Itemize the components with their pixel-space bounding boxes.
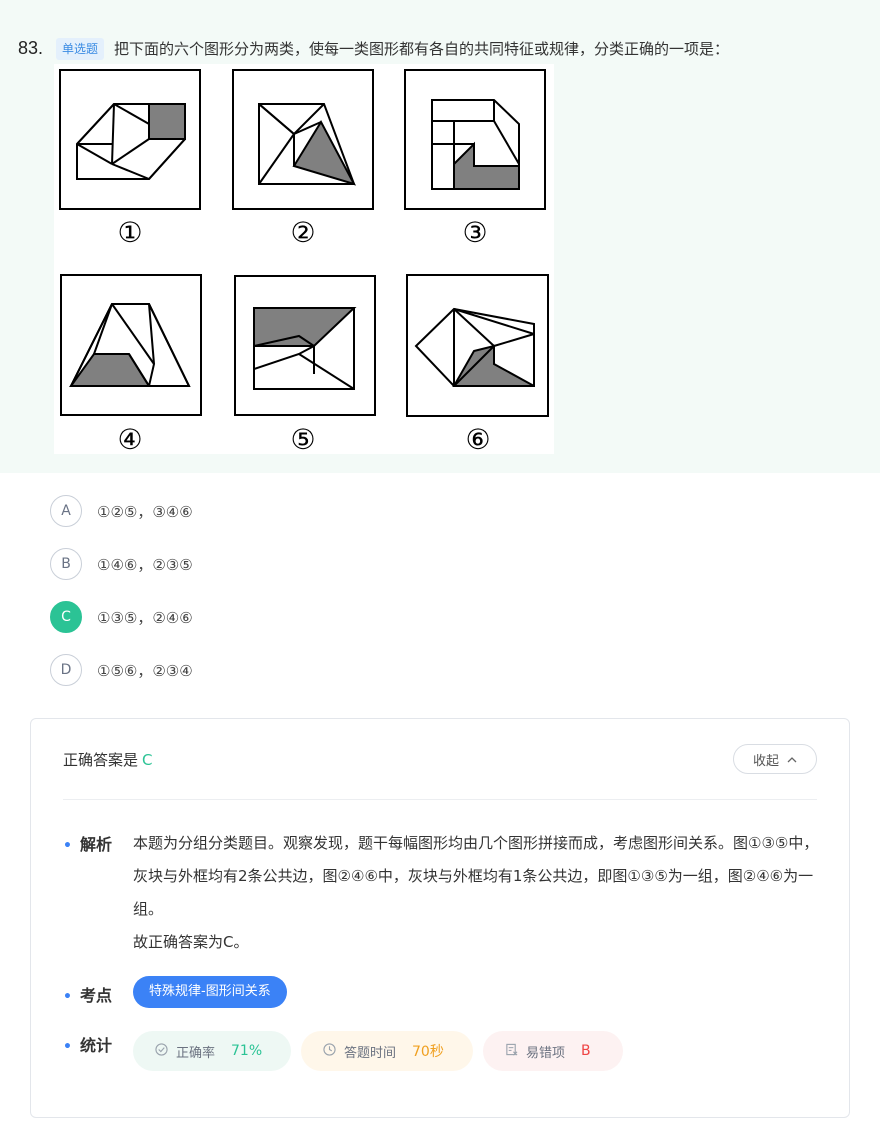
stat-error-value: B [581, 1043, 591, 1059]
option-a-letter[interactable]: A [50, 495, 82, 527]
figure-label-3: ③ [462, 216, 487, 249]
knowledge-tag[interactable]: 特殊规律-图形间关系 [133, 976, 287, 1008]
chevron-up-icon [787, 756, 797, 762]
option-c-letter[interactable]: C [50, 601, 82, 633]
check-circle-icon [155, 1042, 168, 1060]
analysis-card: 正确答案是 C 收起 • 解析 本题为分组分类题目。观察发现，题干每幅图形均由几个图… [30, 718, 850, 1118]
stat-time: 答题时间 70秒 [301, 1031, 473, 1071]
option-a-text: ①②⑤，③④⑥ [97, 502, 193, 521]
conclusion-text: 故正确答案为C。 [133, 933, 249, 951]
correct-answer-line: 正确答案是 C [63, 749, 153, 770]
figures-svg: ① ② ③ ④ ⑤ ⑥ [59, 69, 549, 454]
divider [63, 799, 817, 800]
question-area: 83. 单选题 把下面的六个图形分为两类，使每一类图形都有各自的共同特征或规律，… [0, 0, 880, 473]
option-b-letter[interactable]: B [50, 548, 82, 580]
stat-time-label: 答题时间 [344, 1045, 397, 1061]
knowledge-label: • 考点 [63, 986, 112, 1005]
collapse-label: 收起 [752, 753, 779, 769]
stat-error-label: 易错项 [526, 1045, 566, 1061]
analysis-text: 本题为分组分类题目。观察发现，题干每幅图形均由几个图形拼接而成，考虑图形间关系。… [133, 827, 823, 959]
figure-panel: ① ② ③ ④ ⑤ ⑥ [54, 64, 554, 454]
figure-label-6: ⑥ [465, 423, 490, 454]
figure-6 [406, 274, 549, 417]
figure-5 [234, 275, 376, 416]
option-d-text: ①⑤⑥，②③④ [97, 661, 193, 680]
option-c[interactable]: C ①③⑤，②④⑥ [50, 600, 193, 634]
stat-accuracy: 正确率 71% [133, 1031, 291, 1071]
question-text: 把下面的六个图形分为两类，使每一类图形都有各自的共同特征或规律，分类正确的一项是… [114, 40, 730, 58]
option-d[interactable]: D ①⑤⑥，②③④ [50, 653, 193, 687]
stats-label: • 统计 [63, 1036, 112, 1055]
question-number: 83. [18, 38, 44, 58]
collapse-button[interactable]: 收起 [733, 744, 817, 774]
option-b-text: ①④⑥，②③⑤ [97, 555, 193, 574]
option-a[interactable]: A ①②⑤，③④⑥ [50, 494, 193, 528]
figure-label-5: ⑤ [290, 423, 315, 454]
stat-time-value: 70秒 [412, 1044, 444, 1060]
figure-label-1: ① [117, 216, 142, 249]
question-type-badge: 单选题 [56, 38, 105, 60]
stat-error-prone: 易错项 B [483, 1031, 623, 1071]
option-d-letter[interactable]: D [50, 654, 82, 686]
figure-label-2: ② [290, 216, 315, 249]
figure-3 [404, 69, 546, 210]
option-c-text: ①③⑤，②④⑥ [97, 608, 193, 627]
answer-letter: C [142, 751, 153, 769]
option-b[interactable]: B ①④⑥，②③⑤ [50, 547, 193, 581]
clock-icon [323, 1042, 336, 1060]
figure-label-4: ④ [117, 423, 142, 454]
figure-4 [60, 274, 202, 416]
stat-accuracy-value: 71% [231, 1043, 263, 1059]
explain-text: 本题为分组分类题目。观察发现，题干每幅图形均由几个图形拼接而成，考虑图形间关系。… [133, 834, 819, 918]
answer-prefix: 正确答案是 [63, 751, 139, 769]
figure-1 [59, 69, 201, 210]
explain-label: • 解析 [63, 835, 112, 854]
document-error-icon [505, 1043, 518, 1060]
figure-2 [232, 69, 374, 210]
stat-accuracy-label: 正确率 [176, 1045, 216, 1061]
